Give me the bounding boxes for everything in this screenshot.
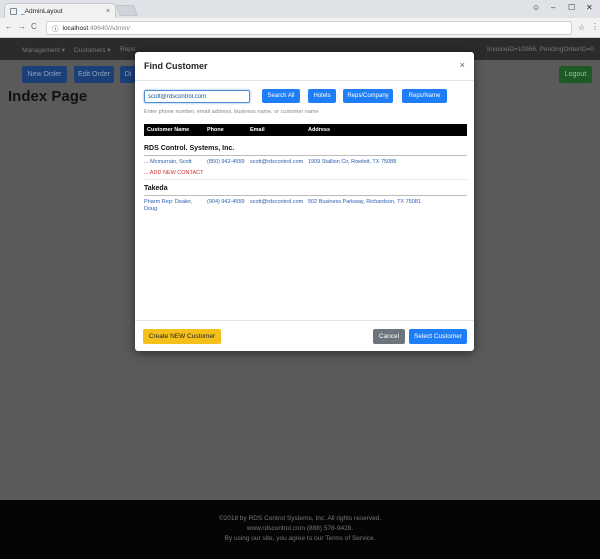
page-title: Index Page	[8, 88, 88, 105]
toolbar-button-partial[interactable]: Di	[120, 66, 136, 83]
invoice-status: InvoiceID=10966, PendingOrderID=0	[487, 46, 594, 53]
address-input[interactable]: ⓘ localhost:49640/Admin/	[46, 21, 572, 35]
new-tab-button[interactable]	[115, 5, 139, 16]
back-icon[interactable]: ←	[5, 22, 13, 31]
customer-email: scott@rdscontrol.com	[250, 159, 304, 165]
customer-email: scott@rdscontrol.com	[250, 199, 304, 205]
url-path: :49640/Admin/	[88, 24, 131, 32]
find-customer-dialog: Find Customer × Search All Hotels Reps/C…	[135, 52, 474, 351]
customer-name-link[interactable]: ... Mcmurrain, Scott	[144, 159, 192, 165]
cancel-button[interactable]: Cancel	[373, 329, 405, 344]
company-heading: Takeda	[144, 185, 168, 192]
footer-copyright: ©2018 by RDS Control Systems, Inc. All r…	[218, 515, 382, 522]
new-order-button[interactable]: New Order	[22, 66, 67, 83]
nav-menu-customers[interactable]: Customers ▾	[74, 46, 111, 54]
search-hint: Enter phone number, email address, busin…	[144, 109, 319, 115]
reload-icon[interactable]: C	[31, 22, 37, 31]
customer-address: 1909 Stallion Cir, Rowlett, TX 75088	[308, 159, 397, 165]
page-footer: ©2018 by RDS Control Systems, Inc. All r…	[0, 500, 600, 559]
modal-header: Find Customer ×	[135, 52, 474, 81]
customer-name-line: Doug	[144, 206, 158, 212]
column-header-address: Address	[308, 127, 331, 133]
hotels-button[interactable]: Hotels	[308, 89, 336, 103]
close-window-button[interactable]: ✕	[586, 3, 593, 12]
nav-menu-reps[interactable]: Reps	[120, 46, 135, 53]
page-icon	[10, 7, 17, 15]
browser-tab-title: _AdminLayout	[21, 7, 63, 15]
url-host: localhost	[62, 24, 89, 32]
divider	[144, 155, 467, 156]
divider	[144, 179, 467, 180]
modal-footer: Create NEW Customer Cancel Select Custom…	[135, 320, 474, 351]
add-new-contact-link[interactable]: ... ADD NEW CONTACT	[144, 170, 203, 176]
edit-order-button[interactable]: Edit Order	[74, 66, 114, 83]
customer-name-link[interactable]: Pharm Rep: Dealer, Doug	[144, 199, 192, 213]
browser-menu-icon[interactable]: ⋮	[591, 22, 599, 31]
customer-name-line: Pharm Rep: Dealer,	[144, 199, 193, 205]
bookmark-star-icon[interactable]: ☆	[578, 23, 585, 32]
minimize-button[interactable]: –	[551, 3, 555, 12]
select-customer-button[interactable]: Select Customer	[409, 329, 467, 344]
logout-button[interactable]: Logout	[559, 66, 592, 83]
tab-close-icon[interactable]: ×	[106, 8, 110, 15]
browser-tab-strip: _AdminLayout × ☺ – ☐ ✕	[0, 0, 600, 18]
nav-menu-management[interactable]: Management ▾	[22, 46, 65, 54]
forward-icon[interactable]: →	[18, 22, 26, 31]
browser-tab[interactable]: _AdminLayout ×	[4, 3, 116, 18]
customer-address: 502 Business Parkway, Richardson, TX 750…	[308, 199, 421, 205]
footer-contact: www.rdscontrol.com (888) 578-9428.	[246, 525, 354, 532]
info-icon: ⓘ	[52, 26, 59, 33]
reps-company-button[interactable]: Reps/Company	[343, 89, 393, 103]
search-all-button[interactable]: Search All	[262, 89, 300, 103]
company-heading: RDS Control. Systems, Inc.	[144, 145, 235, 152]
customer-search-input[interactable]	[144, 90, 250, 103]
restore-button[interactable]: ☐	[568, 3, 575, 12]
results-table-header: Customer Name Phone Email Address	[144, 124, 467, 136]
column-header-phone: Phone	[207, 127, 224, 133]
modal-title: Find Customer	[144, 61, 208, 71]
divider	[144, 195, 467, 196]
account-icon[interactable]: ☺	[532, 3, 540, 12]
address-bar-row: ← → C ⓘ localhost:49640/Admin/ ☆ ⋮	[0, 18, 600, 38]
column-header-name: Customer Name	[147, 127, 190, 133]
customer-phone: (850) 942-4559	[207, 159, 245, 165]
close-icon[interactable]: ×	[460, 60, 465, 70]
reps-name-button[interactable]: Reps/Name	[402, 89, 447, 103]
column-header-email: Email	[250, 127, 265, 133]
footer-terms: By using our site, you agree to our Term…	[224, 535, 376, 542]
customer-phone: (904) 942-4559	[207, 199, 245, 205]
create-new-customer-button[interactable]: Create NEW Customer	[143, 329, 221, 344]
